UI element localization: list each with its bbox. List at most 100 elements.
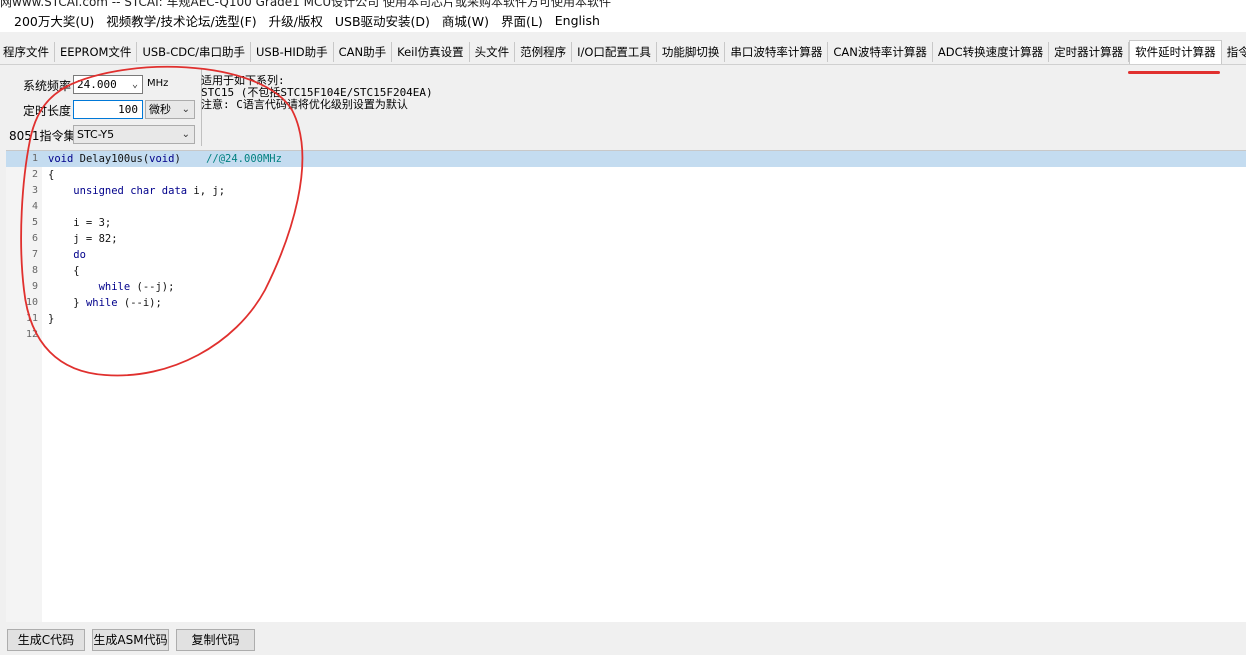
freq-select[interactable]: 24.000 ⌄ (73, 75, 143, 94)
code-line: 2{ (6, 167, 1246, 183)
tab-5[interactable]: Keil仿真设置 (392, 42, 470, 62)
info-line-3: 注意: C语言代码请将优化级别设置为默认 (201, 98, 408, 111)
code-token: j = 82; (48, 233, 118, 245)
tab-bar: 程序文件 EEPROM文件 USB-CDC/串口助手 USB-HID助手 CAN助手 Ke… (0, 40, 1246, 65)
tab-12[interactable]: ADC转换速度计算器 (932, 42, 1050, 62)
line-number: 11 (25, 313, 38, 324)
menu-item-1[interactable]: 视频教学/技术论坛/选型(F) (100, 11, 262, 30)
info-text: 适用于如下系列: STC15 (不包括STC15F104E/STC15F204EA… (201, 75, 433, 111)
menu-item-2[interactable]: 升级/版权 (263, 11, 329, 30)
tabs-strip: 程序文件 EEPROM文件 USB-CDC/串口助手 USB-HID助手 CAN助手 Ke… (0, 40, 1246, 64)
code-text: void Delay100us(void) //@24.000MHz (48, 151, 282, 167)
tab-6[interactable]: 头文件 (469, 42, 516, 62)
chevron-down-icon: ⌄ (131, 79, 138, 90)
code-token: } (48, 297, 86, 309)
bottom-toolbar: 生成C代码 生成ASM代码 复制代码 (0, 622, 1246, 655)
menu-item-5[interactable]: 界面(L) (495, 11, 549, 30)
chevron-down-icon: ⌄ (181, 104, 190, 115)
code-text: { (48, 167, 54, 183)
duration-label: 定时长度 (23, 104, 72, 118)
duration-unit-value: 微秒 (149, 103, 171, 116)
tab-10[interactable]: 串口波特率计算器 (725, 42, 829, 62)
code-keyword: while (98, 281, 131, 293)
line-number: 10 (25, 297, 38, 308)
code-token: (--i); (117, 297, 162, 309)
copy-code-button[interactable]: 复制代码 (176, 629, 255, 651)
tab-1[interactable]: EEPROM文件 (55, 42, 138, 62)
code-keyword: void (149, 153, 175, 165)
code-token: i = 3; (48, 217, 112, 229)
tab-4[interactable]: CAN助手 (333, 42, 393, 62)
code-token: (--j); (130, 281, 175, 293)
code-token: ) (174, 153, 207, 165)
window-title-bar: 网www.STCAI.com -- STCAI: 车规AEC-Q100 Grad… (0, 0, 1246, 8)
code-line: 12 (6, 327, 1246, 343)
tab-7[interactable]: 范例程序 (515, 42, 573, 62)
menu-bar: 200万大奖(U) 视频教学/技术论坛/选型(F) 升级/版权 USB驱动安装(D) 商… (0, 8, 1246, 32)
code-line: 7 do (6, 247, 1246, 263)
duration-input[interactable]: 100 (73, 100, 143, 119)
window-title: 网www.STCAI.com -- STCAI: 车规AEC-Q100 Grad… (0, 0, 611, 8)
line-number: 8 (31, 265, 38, 276)
code-text: do (48, 247, 86, 263)
line-number: 6 (31, 233, 38, 244)
line-number: 1 (31, 153, 38, 164)
code-keyword: do (73, 249, 86, 261)
code-comment: //@24.000MHz (206, 153, 282, 165)
code-line: 5 i = 3; (6, 215, 1246, 231)
code-editor[interactable]: 1 void Delay100us(void) //@24.000MHz 2{3 u… (6, 150, 1246, 623)
code-line: 10 } while (--i); (6, 295, 1246, 311)
code-keyword: unsigned char data (73, 185, 188, 197)
duration-unit-select[interactable]: 微秒 ⌄ (145, 100, 195, 119)
line-number: 4 (31, 201, 38, 212)
isa-value: STC-Y5 (77, 128, 115, 141)
code-text: { (48, 263, 80, 279)
code-keyword: while (85, 297, 118, 309)
tab-13[interactable]: 定时器计算器 (1049, 42, 1130, 62)
code-line: 4 (6, 199, 1246, 215)
code-token: { (48, 169, 55, 181)
tab-2[interactable]: USB-CDC/串口助手 (137, 42, 251, 62)
code-text: j = 82; (48, 231, 118, 247)
code-text: } while (--i); (48, 295, 162, 311)
menu-item-6[interactable]: English (549, 13, 606, 28)
line-number: 5 (31, 217, 38, 228)
code-text: i = 3; (48, 215, 111, 231)
line-number: 9 (31, 281, 38, 292)
tab-8[interactable]: I/O口配置工具 (572, 42, 657, 62)
freq-unit: MHz (147, 78, 169, 89)
settings-panel: 系统频率 24.000 ⌄ MHz 定时长度 100 微秒 ⌄ 8051指令集 … (0, 66, 1246, 150)
tab-14[interactable]: 软件延时计算器 (1129, 40, 1222, 64)
isa-label: 8051指令集 (9, 129, 76, 143)
tab-9[interactable]: 功能脚切换 (656, 42, 726, 62)
isa-select[interactable]: STC-Y5 ⌄ (73, 125, 195, 144)
tab-3[interactable]: USB-HID助手 (250, 42, 334, 62)
tab-0[interactable]: 程序文件 (0, 42, 55, 62)
generate-asm-button[interactable]: 生成ASM代码 (92, 629, 169, 651)
code-line: 8 { (6, 263, 1246, 279)
code-line: 11} (6, 311, 1246, 327)
line-number: 2 (31, 169, 38, 180)
line-number: 3 (31, 185, 38, 196)
code-token: } (48, 313, 55, 325)
code-token: { (48, 265, 80, 277)
code-token: Delay100us( (73, 153, 150, 165)
freq-label: 系统频率 (23, 79, 72, 93)
tab-15[interactable]: 指令 (1221, 42, 1246, 62)
tab-11[interactable]: CAN波特率计算器 (828, 42, 933, 62)
code-line: 1 void Delay100us(void) //@24.000MHz (6, 151, 1246, 167)
freq-value: 24.000 (77, 78, 117, 91)
code-text: while (--j); (48, 279, 175, 295)
menu-item-4[interactable]: 商城(W) (436, 11, 495, 30)
line-number: 12 (25, 329, 38, 340)
chevron-down-icon: ⌄ (181, 129, 190, 140)
menu-item-0[interactable]: 200万大奖(U) (8, 11, 100, 30)
generate-c-button[interactable]: 生成C代码 (7, 629, 85, 651)
code-line: 6 j = 82; (6, 231, 1246, 247)
code-text: unsigned char data i, j; (48, 183, 225, 199)
code-text: } (48, 311, 54, 327)
menu-item-3[interactable]: USB驱动安装(D) (329, 11, 436, 30)
